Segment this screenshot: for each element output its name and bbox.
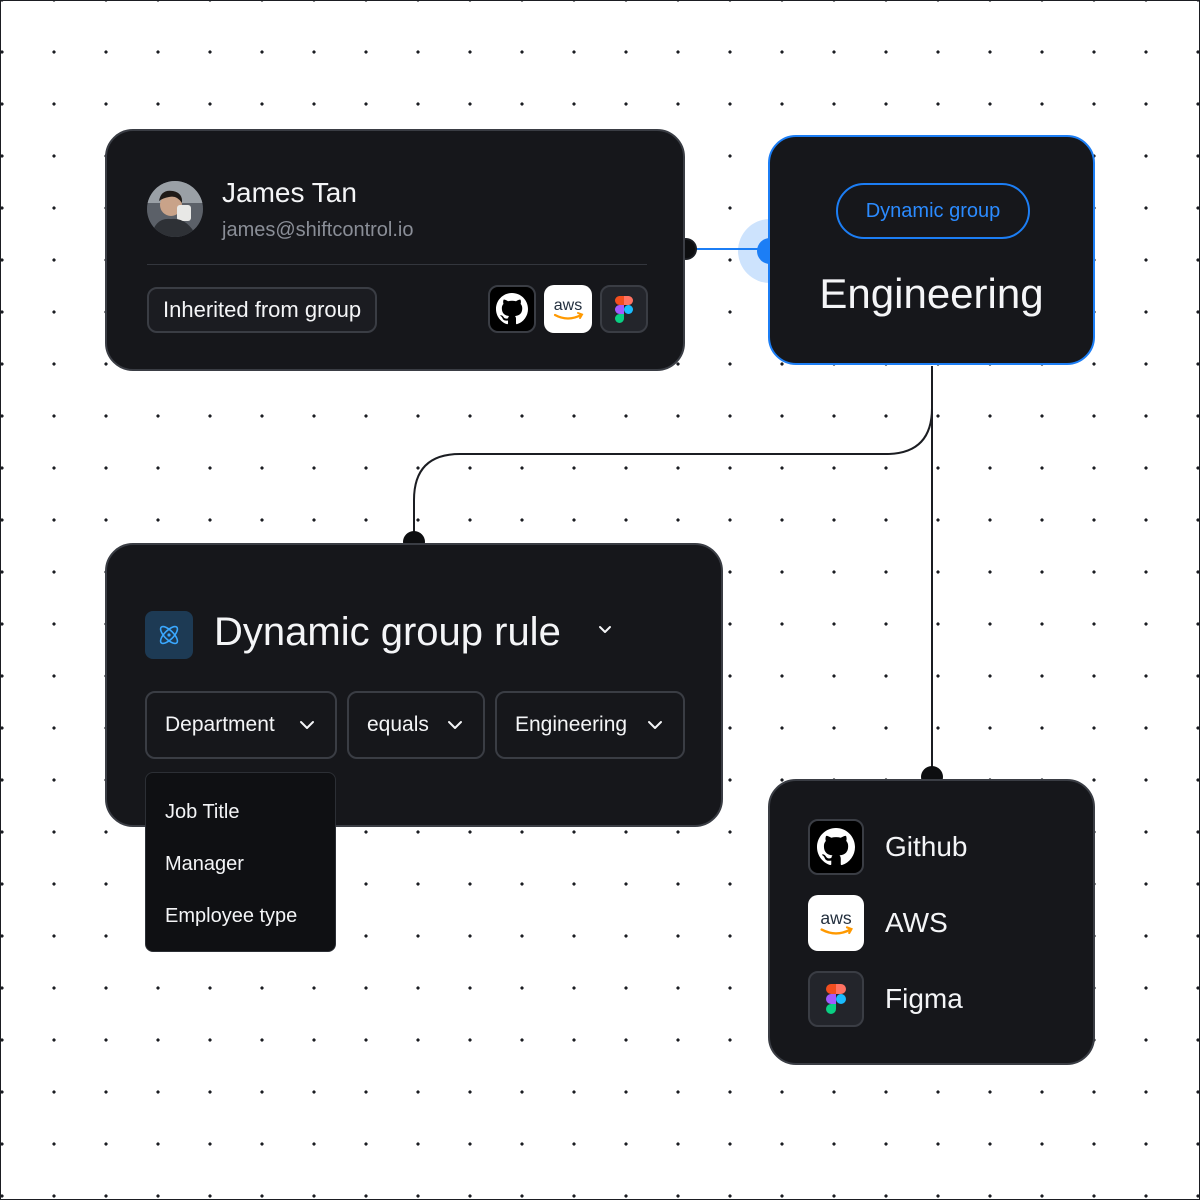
group-card[interactable]: Dynamic group Engineering xyxy=(768,135,1095,365)
chevron-down-icon xyxy=(448,721,462,729)
figma-icon[interactable] xyxy=(600,285,648,333)
figma-icon[interactable] xyxy=(808,971,864,1027)
field-select[interactable]: Department xyxy=(145,691,337,759)
field-dropdown-menu: Job Title Manager Employee type xyxy=(145,772,336,952)
user-card[interactable]: James Tan james@shiftcontrol.io Inherite… xyxy=(105,129,685,371)
atom-icon xyxy=(145,611,193,659)
dropdown-option-manager[interactable]: Manager xyxy=(165,853,244,876)
rule-title: Dynamic group rule xyxy=(214,610,561,654)
svg-text:aws: aws xyxy=(554,297,582,314)
app-label-aws: AWS xyxy=(885,907,948,938)
apps-card[interactable]: Github aws AWS Figma xyxy=(768,779,1095,1065)
chevron-down-icon[interactable] xyxy=(597,624,613,636)
aws-icon[interactable]: aws xyxy=(544,285,592,333)
inherited-from-group-button[interactable]: Inherited from group xyxy=(147,287,378,333)
user-name: James Tan xyxy=(222,177,357,208)
dynamic-group-badge: Dynamic group xyxy=(836,183,1030,239)
app-label-figma: Figma xyxy=(885,983,963,1014)
dropdown-option-job-title[interactable]: Job Title xyxy=(165,801,239,824)
field-select-value: Department xyxy=(165,713,275,736)
chevron-down-icon xyxy=(300,721,314,729)
user-email: james@shiftcontrol.io xyxy=(222,219,414,241)
value-select-value: Engineering xyxy=(515,713,628,736)
chevron-down-icon xyxy=(648,721,662,729)
avatar xyxy=(147,181,203,237)
github-icon[interactable] xyxy=(488,285,536,333)
value-select[interactable]: Engineering xyxy=(495,691,685,759)
operator-select[interactable]: equals xyxy=(347,691,485,759)
operator-select-value: equals xyxy=(367,713,429,736)
github-icon[interactable] xyxy=(808,819,864,875)
aws-icon[interactable]: aws xyxy=(808,895,864,951)
app-label-github: Github xyxy=(885,831,968,862)
group-name: Engineering xyxy=(819,270,1044,317)
svg-text:aws: aws xyxy=(820,908,851,928)
divider xyxy=(147,264,647,265)
dropdown-option-employee-type[interactable]: Employee type xyxy=(165,905,297,928)
